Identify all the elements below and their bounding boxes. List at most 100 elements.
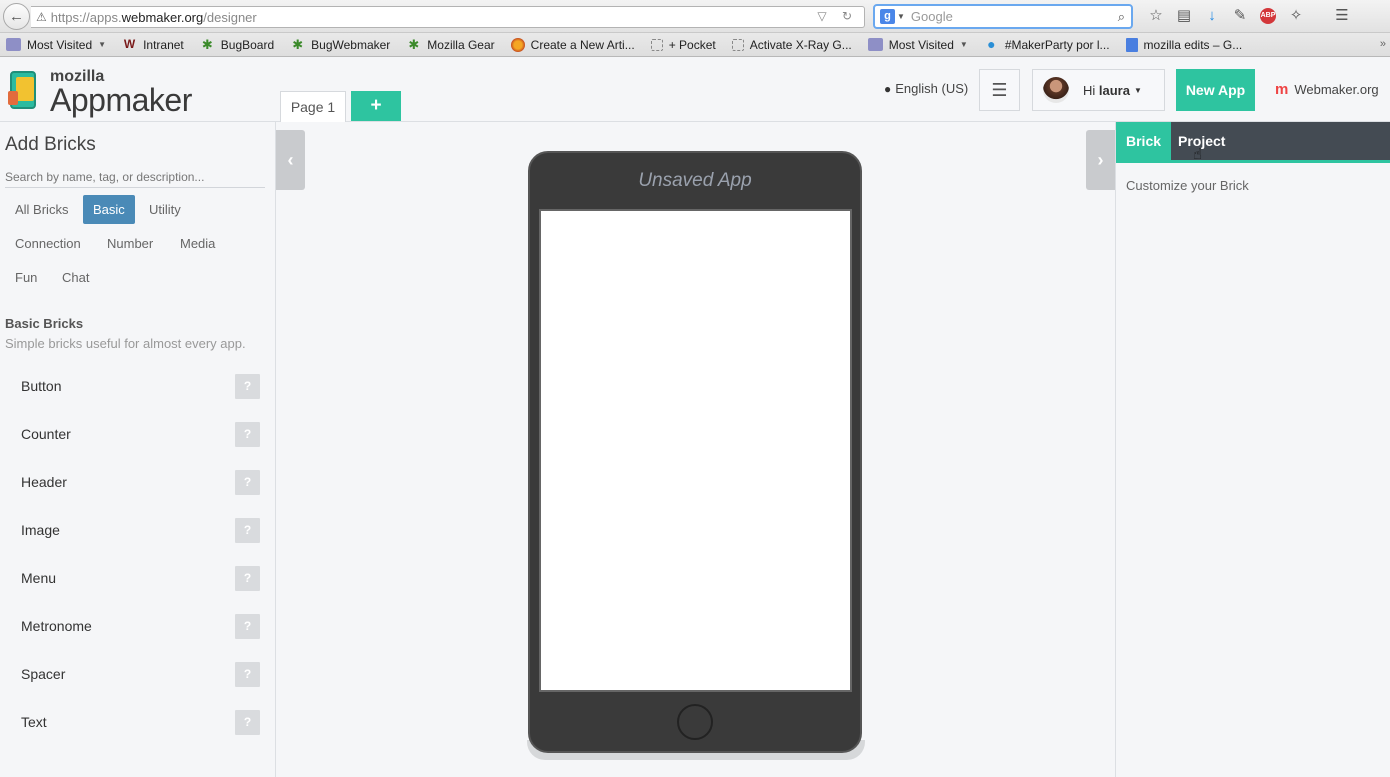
group-description: Simple bricks useful for almost every ap…	[5, 336, 246, 351]
app-title[interactable]: Unsaved App	[530, 170, 860, 192]
greeting: Hi laura	[1083, 82, 1130, 98]
add-bricks-panel: Add Bricks All BricksBasicUtility Connect…	[0, 122, 276, 777]
brick-item-text[interactable]: Text?	[0, 698, 275, 746]
brick-item-header[interactable]: Header?	[0, 458, 275, 506]
help-button[interactable]: ?	[235, 373, 260, 399]
brick-item-menu[interactable]: Menu?	[0, 554, 275, 602]
username: laura	[1098, 82, 1130, 98]
chevron-down-icon[interactable]: ▼	[897, 12, 905, 21]
filter-tab-media[interactable]: Media	[170, 229, 225, 258]
tab-page-1[interactable]: Page 1	[280, 91, 346, 122]
bookmark-item[interactable]: mozilla edits – G...	[1125, 37, 1243, 52]
webmaker-link[interactable]: m Webmaker.org	[1275, 81, 1379, 98]
bookmark-item[interactable]: ● #MakerParty por l...	[984, 37, 1110, 52]
collapse-left-panel-button[interactable]: ‹	[276, 130, 305, 190]
browser-menu-icon[interactable]: ☰	[1328, 6, 1356, 26]
search-icon[interactable]: ⌕	[1118, 9, 1125, 25]
blank-page-icon	[731, 38, 744, 51]
bookmark-label: Create a New Arti...	[530, 37, 635, 52]
language-selector[interactable]: ● English (US)	[884, 81, 968, 96]
hand-cursor-icon: ☝	[1193, 146, 1203, 163]
filter-tab-utility[interactable]: Utility	[139, 195, 191, 224]
extension-icon[interactable]: ✧	[1282, 6, 1310, 26]
chevron-left-icon: ‹	[287, 149, 294, 170]
bookmarks-bar: Most Visited ▼ W Intranet ✱ BugBoard ✱ BugWebma…	[0, 33, 1390, 57]
browser-search-input[interactable]: g ▼ Google ⌕	[873, 4, 1133, 29]
url-bar[interactable]: ⚠ https://apps. webmaker.org/designer ▽ ↻	[31, 6, 865, 28]
bookmark-label: BugWebmaker	[311, 37, 391, 52]
warning-icon: ⚠	[36, 10, 47, 24]
browser-toolbar: ← ⚠ https://apps. webmaker.org/designer ▽…	[0, 0, 1390, 33]
back-button[interactable]: ←	[3, 3, 30, 30]
filter-tab-all-bricks[interactable]: All Bricks	[5, 195, 78, 224]
appmaker-logo[interactable]: mozilla Appmaker	[8, 69, 192, 116]
help-button[interactable]: ?	[235, 661, 260, 687]
webmaker-label: Webmaker.org	[1294, 82, 1379, 97]
filter-tab-fun[interactable]: Fun	[5, 263, 47, 292]
avatar	[1043, 77, 1069, 103]
phone-screen[interactable]	[539, 209, 852, 692]
caret-down-icon: ▼	[1133, 85, 1142, 95]
user-menu-button[interactable]: Hi laura ▼	[1032, 69, 1165, 111]
more-bookmarks-icon[interactable]: »	[1380, 38, 1386, 50]
download-icon[interactable]: ↓	[1198, 6, 1226, 26]
filter-tab-basic[interactable]: Basic	[83, 195, 135, 224]
brick-item-metronome[interactable]: Metronome?	[0, 602, 275, 650]
wordpress-icon: W	[123, 37, 136, 51]
tab-brick[interactable]: Brick	[1116, 122, 1172, 160]
wrench-icon[interactable]: ✎	[1226, 6, 1254, 26]
reading-list-icon[interactable]: ▤	[1170, 6, 1198, 26]
url-prefix: https://apps.	[50, 9, 122, 25]
filter-tab-chat[interactable]: Chat	[52, 263, 99, 292]
bookmark-item[interactable]: ✱ BugBoard	[200, 38, 274, 52]
folder-icon	[867, 38, 883, 51]
bookmark-item[interactable]: ✱ Mozilla Gear	[406, 38, 494, 52]
brick-name: Metronome	[21, 618, 92, 634]
chevron-right-icon: ›	[1097, 149, 1104, 170]
adblock-icon[interactable]: ABP	[1260, 8, 1276, 24]
help-button[interactable]: ?	[235, 709, 260, 735]
properties-tabs: Brick Project	[1116, 122, 1390, 163]
bookmark-item[interactable]: ✱ BugWebmaker	[290, 38, 390, 52]
globe-icon: ●	[884, 81, 892, 96]
new-app-button[interactable]: New App	[1176, 69, 1255, 111]
help-button[interactable]: ?	[235, 613, 260, 639]
bookmark-label: Most Visited	[27, 37, 93, 52]
add-page-button[interactable]: +	[351, 91, 401, 121]
back-arrow-icon: ←	[9, 8, 24, 25]
bookmark-label: mozilla edits – G...	[1143, 37, 1243, 52]
collapse-right-panel-button[interactable]: ›	[1086, 130, 1115, 190]
bookmark-item[interactable]: Activate X-Ray G...	[731, 38, 852, 52]
bookmark-label: Most Visited	[888, 37, 954, 52]
bookmark-item[interactable]: + Pocket	[650, 38, 716, 52]
reload-icon[interactable]: ▽ ↻	[817, 9, 858, 23]
brick-item-counter[interactable]: Counter?	[0, 410, 275, 458]
help-button[interactable]: ?	[235, 517, 260, 543]
brick-search-input[interactable]	[5, 166, 265, 188]
brick-name: Menu	[21, 570, 57, 586]
brick-item-spacer[interactable]: Spacer?	[0, 650, 275, 698]
brick-name: Counter	[21, 426, 71, 442]
star-icon[interactable]: ☆	[1142, 6, 1170, 26]
bookmark-item[interactable]: W Intranet	[122, 38, 184, 52]
help-button[interactable]: ?	[235, 565, 260, 591]
google-icon[interactable]: g	[880, 9, 895, 24]
webmaker-logo-icon: m	[1275, 81, 1289, 98]
brick-name: Button	[21, 378, 62, 394]
brick-item-image[interactable]: Image?	[0, 506, 275, 554]
brick-item-button[interactable]: Button?	[0, 362, 275, 410]
filter-tab-number[interactable]: Number	[97, 229, 163, 258]
hamburger-menu-button[interactable]: ☰	[979, 69, 1020, 111]
blank-page-icon	[650, 38, 663, 51]
group-title: Basic Bricks	[5, 316, 84, 331]
filter-tab-connection[interactable]: Connection	[5, 229, 91, 258]
help-button[interactable]: ?	[235, 421, 260, 447]
bookmark-item[interactable]: Create a New Arti...	[510, 37, 635, 52]
bookmark-item[interactable]: Most Visited ▼	[6, 38, 106, 52]
bookmark-item[interactable]: Most Visited ▼	[867, 37, 968, 52]
brick-name: Spacer	[21, 666, 66, 682]
bookmark-label: #MakerParty por l...	[1004, 37, 1110, 52]
logo-appmaker-text: Appmaker	[50, 82, 192, 118]
help-button[interactable]: ?	[235, 469, 260, 495]
bookmark-label: Intranet	[143, 37, 184, 52]
